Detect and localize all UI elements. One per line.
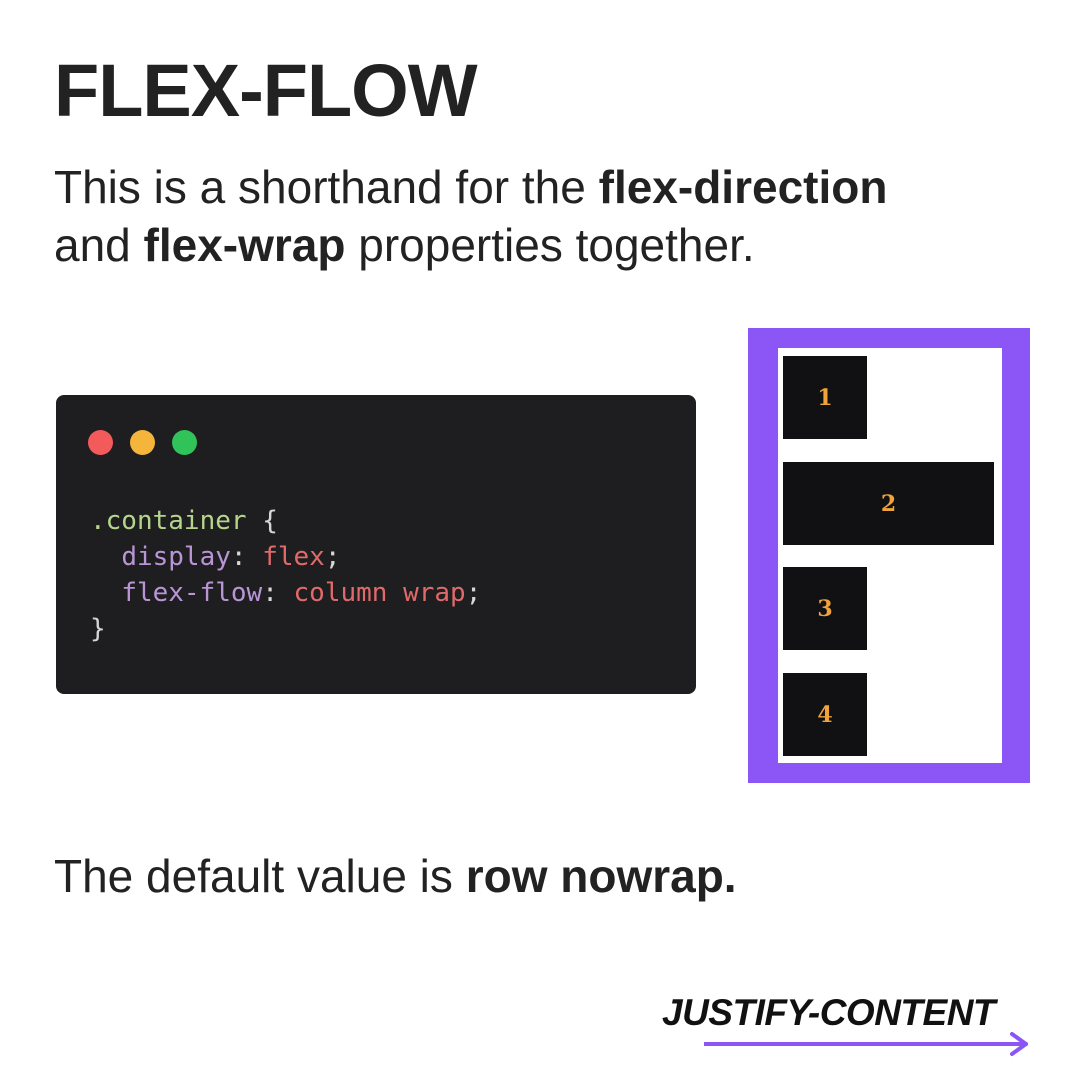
flex-item-1: 1 [783, 356, 867, 439]
page-title: FLEX-FLOW [54, 49, 478, 132]
window-minimize-dot [130, 430, 155, 455]
default-value-text-before: The default value is [54, 850, 466, 902]
code-value-display: flex [262, 542, 325, 572]
next-topic-link[interactable]: JUSTIFY-CONTENT [662, 992, 996, 1034]
intro-text-between: and [54, 219, 144, 271]
intro-bold-flex-direction: flex-direction [598, 161, 888, 213]
flex-item-4: 4 [783, 673, 867, 756]
window-close-dot [88, 430, 113, 455]
default-value-bold: row nowrap. [465, 850, 737, 902]
intro-text-after: properties together. [345, 219, 755, 271]
intro-text-before: This is a shorthand for the [54, 161, 599, 213]
window-maximize-dot [172, 430, 197, 455]
code-open-brace: { [246, 506, 278, 536]
intro-text: This is a shorthand for the flex-directi… [54, 158, 887, 274]
code-property-display: display [121, 542, 231, 572]
default-value-text: The default value is row nowrap. [54, 847, 737, 905]
intro-bold-flex-wrap: flex-wrap [143, 219, 346, 271]
arrow-right-icon[interactable] [704, 1030, 1034, 1058]
code-value-flex-flow: column wrap [293, 578, 466, 608]
flex-item-3: 3 [783, 567, 867, 650]
code-snippet: .container { display: flex; flex-flow: c… [90, 506, 482, 644]
code-selector: .container [90, 506, 247, 536]
code-close-brace: } [90, 614, 106, 644]
code-property-flex-flow: flex-flow [121, 578, 263, 608]
flex-item-2: 2 [783, 462, 994, 545]
